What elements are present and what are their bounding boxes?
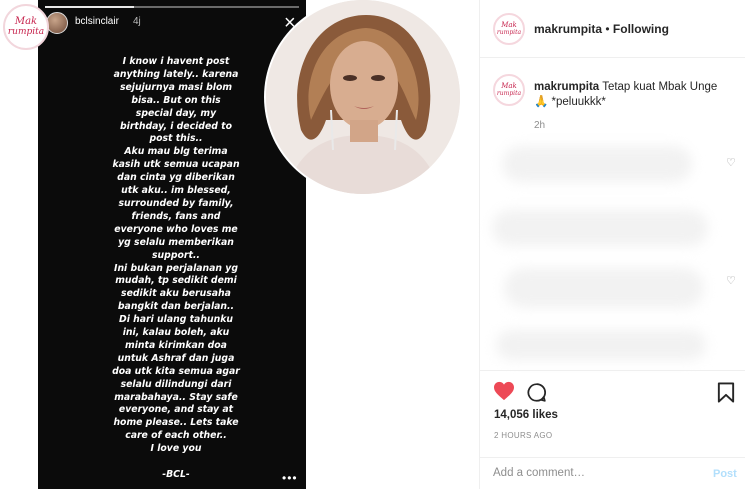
story-progress-fill	[45, 6, 134, 8]
blurred-comment	[492, 210, 708, 246]
avatar-text-line2: rumpita	[496, 90, 522, 97]
story-time: 4j	[133, 16, 141, 27]
blurred-comment	[502, 146, 692, 182]
post-sidebar: Mak rumpita makrumpita • Following Mak r…	[479, 0, 745, 489]
post-actions: 14,056 likes 2 HOURS AGO Post	[480, 370, 745, 489]
caption-avatar[interactable]: Mak rumpita	[493, 74, 525, 106]
logo-text-line2: rumpita	[7, 27, 45, 37]
post-header: Mak rumpita makrumpita • Following	[480, 0, 745, 58]
comment-input[interactable]	[493, 467, 693, 479]
avatar-text-line1: Mak	[501, 21, 517, 29]
story-progress-bar	[45, 6, 299, 8]
avatar-text-line2: rumpita	[496, 29, 522, 36]
brand-logo-watermark: Mak rumpita	[3, 4, 49, 50]
header-user-line: makrumpita • Following	[534, 22, 669, 36]
heart-icon[interactable]	[493, 381, 515, 406]
portrait-photo	[266, 0, 460, 194]
author-avatar[interactable]: Mak rumpita	[493, 13, 525, 45]
blurred-comment	[504, 268, 704, 308]
likes-count[interactable]: 14,056 likes	[494, 409, 558, 421]
author-username-link[interactable]: makrumpita	[534, 22, 602, 36]
caption-time[interactable]: 2h	[534, 120, 545, 131]
comment-icon[interactable]	[526, 382, 547, 408]
caption-text: makrumpita Tetap kuat Mbak Unge 🙏 *peluu…	[534, 80, 734, 110]
more-icon: •••	[282, 471, 298, 485]
add-comment-bar: Post	[480, 457, 745, 489]
blurred-comment	[496, 330, 706, 360]
post-comment-button[interactable]: Post	[713, 468, 737, 480]
pray-emoji: 🙏	[534, 96, 549, 108]
story-avatar	[46, 12, 68, 34]
following-button[interactable]: Following	[613, 22, 669, 36]
story-message: I know i havent post anything lately.. k…	[112, 56, 240, 480]
instagram-post-modal: bclsinclair 4j × I know i havent post an…	[0, 0, 745, 489]
avatar-text-line1: Mak	[501, 82, 517, 90]
header-separator: •	[602, 22, 613, 36]
blurred-comments-area: ♡ ♡	[492, 140, 736, 370]
story-username: bclsinclair	[75, 16, 119, 27]
caption-username-link[interactable]: makrumpita	[534, 81, 599, 93]
caption-body-2: *peluukkk*	[551, 96, 606, 108]
caption-body: Tetap kuat Mbak Unge	[602, 81, 718, 93]
post-timestamp[interactable]: 2 HOURS AGO	[494, 431, 552, 440]
bookmark-icon[interactable]	[717, 382, 735, 408]
portrait-illustration	[266, 0, 460, 194]
post-image[interactable]: bclsinclair 4j × I know i havent post an…	[0, 0, 479, 489]
comment-like-icon[interactable]: ♡	[726, 274, 736, 287]
comment-like-icon[interactable]: ♡	[726, 156, 736, 169]
logo-text-line1: Mak	[14, 16, 38, 27]
